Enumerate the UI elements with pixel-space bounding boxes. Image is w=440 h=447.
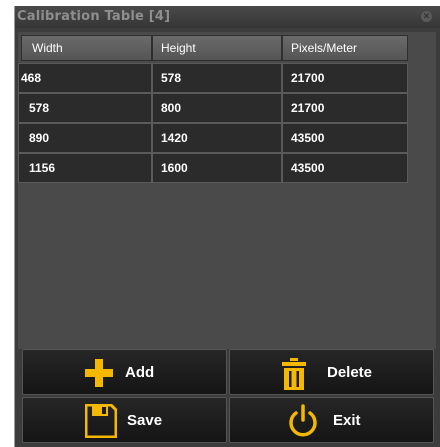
cell-width[interactable]: 578 [18, 93, 152, 123]
column-header-pixels-per-meter[interactable]: Pixels/Meter [282, 35, 408, 61]
power-icon [289, 404, 317, 437]
delete-label: Delete [327, 364, 373, 381]
plus-icon [85, 359, 113, 387]
cell-height[interactable]: 800 [152, 93, 282, 123]
cell-height[interactable]: 1600 [152, 153, 282, 183]
exit-label: Exit [333, 412, 361, 429]
delete-button[interactable]: Delete [229, 349, 434, 395]
cell-height[interactable]: 578 [152, 63, 282, 93]
trash-icon [282, 358, 306, 390]
save-button[interactable]: Save [22, 397, 227, 443]
cell-height[interactable]: 1420 [152, 123, 282, 153]
cell-pixels-per-meter[interactable]: 43500 [282, 123, 408, 153]
calibration-window: Calibration Table [4] ✕ Width Height Pix… [14, 6, 440, 447]
column-header-width[interactable]: Width [21, 35, 152, 61]
close-icon[interactable]: ✕ [421, 11, 432, 22]
exit-button[interactable]: Exit [229, 397, 434, 443]
cell-width[interactable]: 1156 [18, 153, 152, 183]
cell-width[interactable]: 468 [18, 63, 152, 93]
cell-pixels-per-meter[interactable]: 43500 [282, 153, 408, 183]
cell-pixels-per-meter[interactable]: 21700 [282, 93, 408, 123]
calibration-table: Width Height Pixels/Meter 468 578 21700 … [18, 32, 436, 349]
save-label: Save [127, 412, 163, 429]
title-bar[interactable]: Calibration Table [4] ✕ [15, 6, 440, 28]
floppy-disk-icon [85, 404, 117, 438]
add-label: Add [125, 364, 155, 381]
window-title: Calibration Table [4] [17, 9, 171, 24]
column-header-height[interactable]: Height [152, 35, 282, 61]
cell-pixels-per-meter[interactable]: 21700 [282, 63, 408, 93]
cell-width[interactable]: 890 [18, 123, 152, 153]
add-button[interactable]: Add [22, 349, 227, 395]
